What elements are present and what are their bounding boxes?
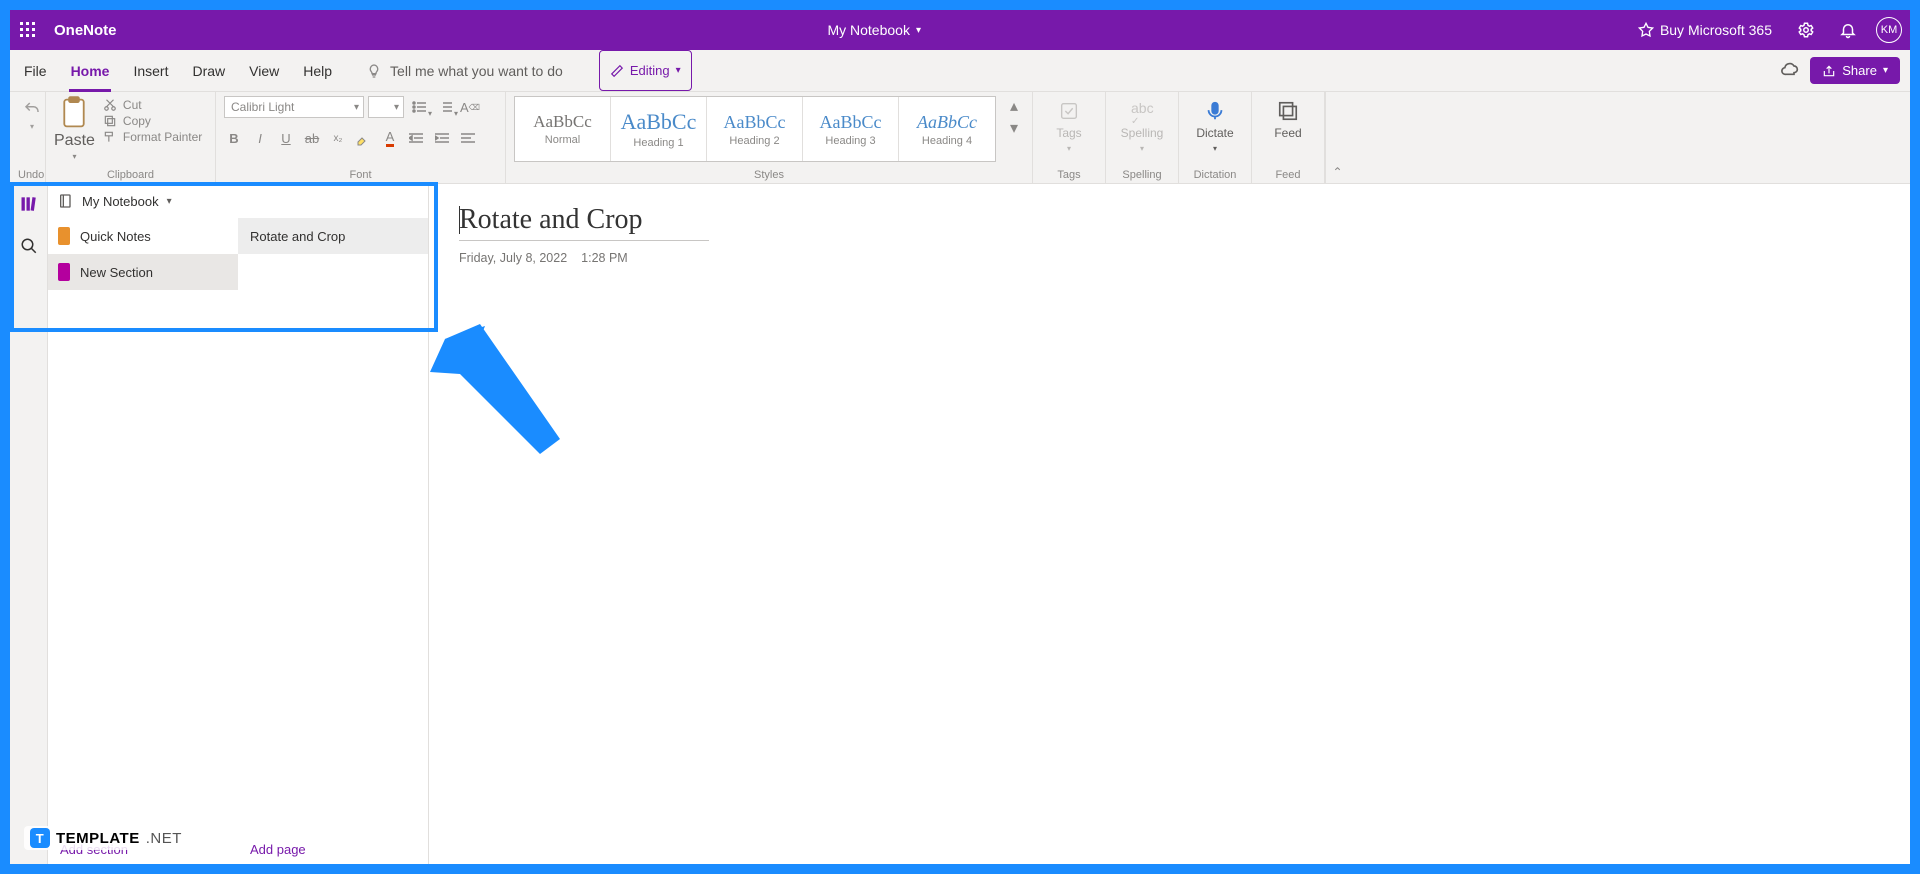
spelling-group-label: Spelling <box>1114 167 1170 181</box>
tell-me-placeholder: Tell me what you want to do <box>390 63 563 79</box>
menu-tab-file[interactable]: File <box>24 50 47 91</box>
format-painter-button[interactable]: Format Painter <box>103 130 202 144</box>
share-label: Share <box>1842 63 1877 78</box>
dictation-group-label: Dictation <box>1187 167 1243 181</box>
buy-label: Buy Microsoft 365 <box>1660 22 1772 38</box>
notebook-name-label: My Notebook <box>82 194 159 209</box>
settings-gear-icon[interactable] <box>1792 16 1820 44</box>
clipboard-group-label: Clipboard <box>54 167 207 181</box>
subscript-button[interactable]: x₂ <box>328 128 348 148</box>
bullets-dropdown[interactable] <box>408 98 430 116</box>
menu-tab-view[interactable]: View <box>249 50 279 91</box>
undo-group-label: Undo <box>18 167 37 181</box>
style-item[interactable]: AaBbCcHeading 1 <box>611 97 707 161</box>
avatar-initials: KM <box>1881 24 1898 36</box>
styles-gallery[interactable]: AaBbCcNormalAaBbCcHeading 1AaBbCcHeading… <box>514 96 996 162</box>
menu-tab-insert[interactable]: Insert <box>133 50 168 91</box>
page-date: Friday, July 8, 2022 <box>459 251 567 265</box>
account-avatar[interactable]: KM <box>1876 17 1902 43</box>
page-title[interactable]: Rotate and Crop <box>459 204 709 236</box>
style-item[interactable]: AaBbCcHeading 3 <box>803 97 899 161</box>
styles-group-label: Styles <box>514 167 1024 181</box>
align-button[interactable] <box>458 128 478 148</box>
chevron-down-icon: ▾ <box>676 65 681 76</box>
clear-formatting-button[interactable]: A⌫ <box>460 97 480 117</box>
app-launcher-icon[interactable] <box>14 16 42 44</box>
menu-tab-home[interactable]: Home <box>71 50 110 91</box>
buy-microsoft-365-link[interactable]: Buy Microsoft 365 <box>1632 22 1778 38</box>
navigation-pane-icon[interactable] <box>17 192 41 216</box>
page-time: 1:28 PM <box>581 251 628 265</box>
chevron-down-icon: ▾ <box>1883 65 1888 76</box>
numbering-dropdown[interactable] <box>434 98 456 116</box>
watermark-badge: T TEMPLATE.NET <box>24 826 188 850</box>
decrease-indent-button[interactable] <box>406 128 426 148</box>
section-item[interactable]: Quick Notes <box>48 218 238 254</box>
paste-button[interactable]: Paste ▾ <box>54 96 95 161</box>
sync-status-icon[interactable] <box>1778 60 1800 82</box>
font-size-select[interactable] <box>368 96 404 118</box>
app-name-label: OneNote <box>54 22 117 39</box>
tags-group-label: Tags <box>1041 167 1097 181</box>
copy-button[interactable]: Copy <box>103 114 202 128</box>
editing-mode-dropdown[interactable]: Editing ▾ <box>599 50 692 91</box>
section-item[interactable]: New Section <box>48 254 238 290</box>
notebook-title-text: My Notebook <box>827 22 909 38</box>
notifications-bell-icon[interactable] <box>1834 16 1862 44</box>
feed-button[interactable]: Feed <box>1260 96 1316 140</box>
menu-tab-draw[interactable]: Draw <box>192 50 225 91</box>
style-item[interactable]: AaBbCcNormal <box>515 97 611 161</box>
share-button[interactable]: Share ▾ <box>1810 57 1900 84</box>
feed-group-label: Feed <box>1260 167 1316 181</box>
notebook-picker[interactable]: My Notebook ▾ <box>48 184 428 218</box>
style-item[interactable]: AaBbCcHeading 4 <box>899 97 995 161</box>
styles-expand-button[interactable]: ▴▾ <box>1004 96 1024 138</box>
strikethrough-button[interactable]: ab <box>302 128 322 148</box>
increase-indent-button[interactable] <box>432 128 452 148</box>
editing-label: Editing <box>630 63 670 78</box>
style-item[interactable]: AaBbCcHeading 2 <box>707 97 803 161</box>
font-group-label: Font <box>224 167 497 181</box>
chevron-down-icon: ▾ <box>916 25 921 36</box>
menu-tab-help[interactable]: Help <box>303 50 332 91</box>
bold-button[interactable]: B <box>224 128 244 148</box>
highlight-button[interactable] <box>354 128 374 148</box>
font-color-button[interactable]: A <box>380 128 400 148</box>
cut-button[interactable]: Cut <box>103 98 202 112</box>
tags-button[interactable]: Tags▾ <box>1041 96 1097 153</box>
notebook-title-dropdown[interactable]: My Notebook ▾ <box>827 22 921 38</box>
search-icon[interactable] <box>17 234 41 258</box>
undo-button[interactable] <box>23 100 41 118</box>
underline-button[interactable]: U <box>276 128 296 148</box>
spelling-button[interactable]: abc✓ Spelling▾ <box>1114 96 1170 153</box>
dictate-button[interactable]: Dictate▾ <box>1187 96 1243 153</box>
chevron-down-icon: ▾ <box>167 196 172 207</box>
italic-button[interactable]: I <box>250 128 270 148</box>
page-canvas[interactable]: Rotate and Crop Friday, July 8, 2022 1:2… <box>429 184 1910 864</box>
page-item[interactable]: Rotate and Crop <box>238 218 428 254</box>
add-page-button[interactable]: Add page <box>238 834 428 864</box>
font-name-select[interactable]: Calibri Light <box>224 96 364 118</box>
collapse-ribbon-button[interactable]: ⌃ <box>1325 92 1349 183</box>
tell-me-search[interactable]: Tell me what you want to do <box>366 50 563 91</box>
